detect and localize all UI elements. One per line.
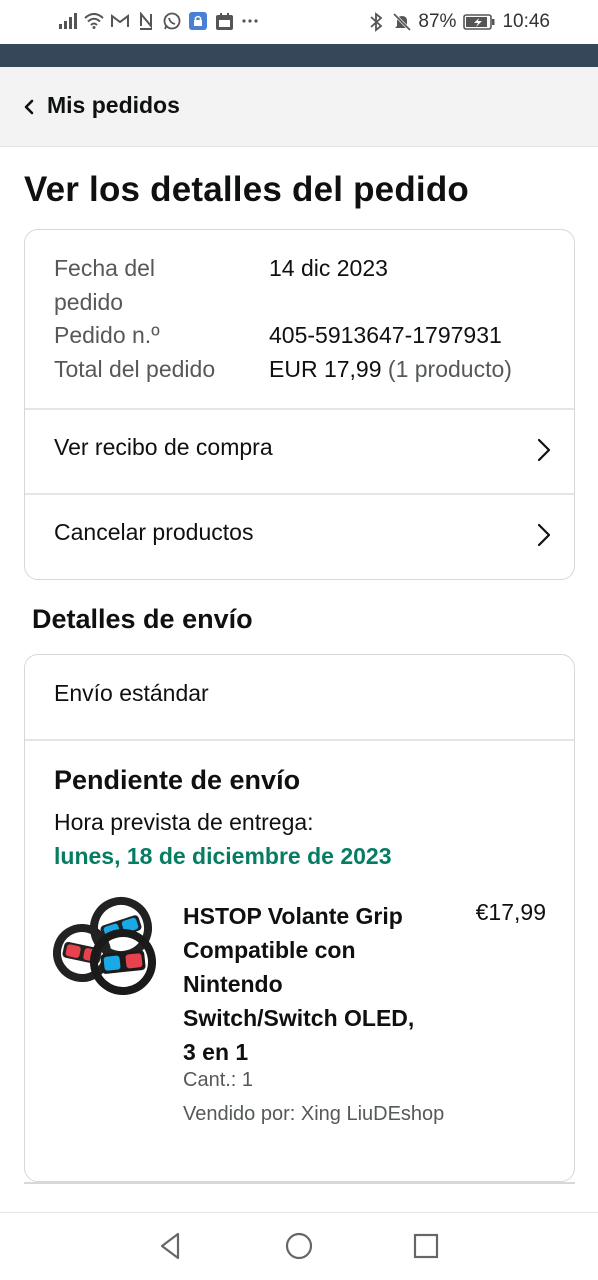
delivery-eta-label: Hora prevista de entrega: (54, 809, 314, 835)
view-receipt-label[interactable]: Ver recibo de compra (54, 434, 273, 461)
status-bar: 87% 10:46 (0, 0, 598, 44)
product-price: €17,99 (475, 899, 546, 925)
steering-wheel-grips-image (53, 897, 156, 995)
shipment-card: Envío estándar Pendiente de envío Hora p… (24, 654, 575, 1182)
product-title-link[interactable]: HSTOP Volante Grip Compatible con Ninten… (183, 899, 423, 1069)
shipment-status: Pendiente de envío (54, 765, 301, 795)
shipping-section-title: Detalles de envío (32, 604, 253, 634)
cancel-products-label[interactable]: Cancelar productos (54, 519, 253, 546)
signal-icon (58, 10, 78, 32)
shipping-method: Envío estándar (54, 680, 209, 706)
view-receipt-row[interactable]: Ver recibo de compra (25, 409, 574, 493)
product-seller: Vendido por: Xing LiuDEshop (183, 1103, 445, 1125)
back-triangle-icon[interactable] (156, 1231, 186, 1261)
order-date-label-line2: pedido (54, 288, 124, 315)
product-quantity: Cant.: 1 (183, 1069, 254, 1091)
back-navigation[interactable]: Mis pedidos (0, 67, 598, 147)
order-total-amount: EUR 17,99 (269, 355, 382, 382)
gmail-icon (110, 10, 130, 32)
delivery-eta-date: lunes, 18 de diciembre de 2023 (54, 843, 392, 869)
calendar-icon (214, 10, 234, 32)
order-summary-card: Fecha del pedido 14 dic 2023 Pedido n.º … (24, 229, 575, 580)
recents-square-icon[interactable] (411, 1231, 441, 1261)
order-number-label: Pedido n.º (54, 322, 160, 348)
order-item-count: (1 producto) (387, 355, 512, 382)
n-app-icon (136, 10, 156, 32)
chevron-right-icon (537, 438, 551, 462)
system-navigation-bar (0, 1212, 598, 1280)
product-image[interactable] (53, 895, 158, 1000)
order-date-value: 14 dic 2023 (269, 255, 388, 281)
status-left-icons (58, 10, 260, 32)
wifi-icon (84, 10, 104, 32)
order-total-label: Total del pedido (54, 355, 216, 382)
divider (25, 739, 574, 741)
chevron-left-icon (24, 99, 34, 115)
order-date-label-line1: Fecha del (54, 255, 156, 281)
app-header-bar (0, 44, 598, 67)
order-total-value: EUR 17,99 (1 producto) (269, 353, 512, 387)
battery-icon (462, 11, 496, 33)
cancel-products-row[interactable]: Cancelar productos (25, 494, 574, 578)
page-title: Ver los detalles del pedido (24, 170, 469, 209)
more-icon (240, 10, 260, 32)
mute-icon (392, 11, 412, 33)
battery-percent: 87% (418, 11, 457, 32)
status-right-icons: 87% 10:46 (366, 11, 550, 33)
next-card-edge (24, 1182, 575, 1184)
clock: 10:46 (502, 11, 550, 32)
whatsapp-icon (162, 10, 182, 32)
chevron-right-icon (537, 523, 551, 547)
lock-app-icon (188, 10, 208, 32)
order-number-value: 405-5913647-1797931 (269, 322, 502, 348)
home-circle-icon[interactable] (284, 1231, 314, 1261)
bluetooth-icon (366, 11, 386, 33)
back-link-label[interactable]: Mis pedidos (47, 92, 180, 119)
